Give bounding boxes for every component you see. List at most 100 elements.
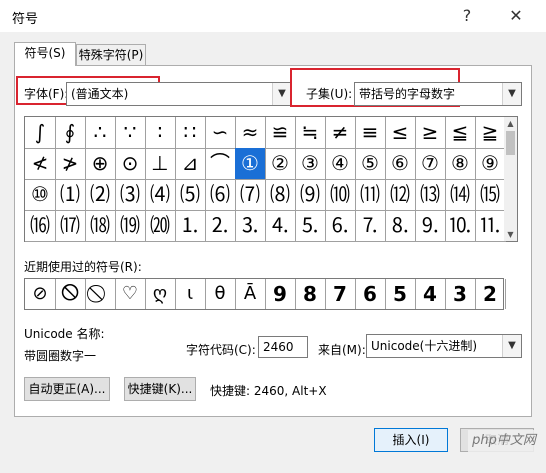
- symbol-cell[interactable]: ∶: [145, 117, 176, 149]
- symbol-grid-scrollbar[interactable]: ▲ ▼: [504, 117, 517, 241]
- font-select[interactable]: (普通文本) ▼: [66, 82, 292, 106]
- symbol-cell[interactable]: ≥: [415, 117, 446, 149]
- recent-symbol-cell[interactable]: ♡: [115, 279, 146, 309]
- symbol-cell[interactable]: ⒆: [115, 210, 146, 242]
- close-button[interactable]: ✕: [503, 4, 529, 28]
- recent-symbol-cell[interactable]: ι: [175, 279, 206, 309]
- chevron-down-icon[interactable]: ▼: [502, 335, 521, 357]
- symbol-cell[interactable]: ⊕: [85, 148, 116, 180]
- symbol-cell[interactable]: ⑻: [265, 179, 296, 211]
- symbol-cell[interactable]: ⊥: [145, 148, 176, 180]
- symbol-cell[interactable]: ⑥: [385, 148, 416, 180]
- symbol-cell[interactable]: ⒉: [205, 210, 236, 242]
- symbol-cell[interactable]: ⒍: [325, 210, 356, 242]
- symbol-cell[interactable]: ③: [295, 148, 326, 180]
- insert-button[interactable]: 插入(I): [374, 428, 448, 452]
- recent-symbol-cell[interactable]: 7: [325, 279, 356, 309]
- symbol-cell[interactable]: ⒑: [445, 210, 476, 242]
- symbol-cell[interactable]: ⑴: [55, 179, 86, 211]
- symbol-cell[interactable]: ≈: [235, 117, 266, 149]
- char-code-input[interactable]: 2460: [258, 336, 308, 358]
- shortcut-key-button[interactable]: 快捷键(K)...: [124, 377, 196, 401]
- chevron-down-icon[interactable]: ▼: [502, 83, 521, 105]
- recent-symbol-cell[interactable]: ⃠: [85, 279, 116, 309]
- symbol-cell[interactable]: ②: [265, 148, 296, 180]
- subset-select[interactable]: 带括号的字母数字 ▼: [354, 82, 522, 106]
- tab-symbols[interactable]: 符号(S): [14, 42, 76, 66]
- symbol-cell[interactable]: ⒊: [235, 210, 266, 242]
- recent-symbol-cell[interactable]: 4: [415, 279, 446, 309]
- symbol-cell[interactable]: ⑿: [385, 179, 416, 211]
- symbol-cell[interactable]: ⒇: [145, 210, 176, 242]
- symbol-cell[interactable]: ⑽: [325, 179, 356, 211]
- symbol-cell[interactable]: ≌: [265, 117, 296, 149]
- symbol-cell[interactable]: ⒀: [415, 179, 446, 211]
- recent-symbol-cell[interactable]: 3: [445, 279, 476, 309]
- symbol-cell[interactable]: ⊙: [115, 148, 146, 180]
- symbol-cell[interactable]: ⒈: [175, 210, 206, 242]
- symbol-cell[interactable]: ≧: [475, 117, 506, 149]
- from-select[interactable]: Unicode(十六进制) ▼: [366, 334, 522, 358]
- recent-symbol-cell[interactable]: ღ: [145, 279, 176, 309]
- recent-symbol-cell[interactable]: 9: [265, 279, 296, 309]
- symbol-cell[interactable]: ⌒: [205, 148, 236, 180]
- symbol-cell[interactable]: ⑵: [85, 179, 116, 211]
- recent-symbol-cell[interactable]: 8: [295, 279, 326, 309]
- symbol-cell[interactable]: ⒄: [55, 210, 86, 242]
- scroll-thumb[interactable]: [506, 131, 515, 155]
- symbol-cell[interactable]: ⒌: [295, 210, 326, 242]
- symbol-cell[interactable]: ⑶: [115, 179, 146, 211]
- symbol-cell[interactable]: ⒅: [85, 210, 116, 242]
- symbol-cell[interactable]: ⑨: [475, 148, 506, 180]
- symbol-cell[interactable]: ⒐: [415, 210, 446, 242]
- symbol-cell[interactable]: ⑼: [295, 179, 326, 211]
- recent-symbol-cell[interactable]: Ā: [235, 279, 266, 309]
- symbol-cell[interactable]: ⑾: [355, 179, 386, 211]
- recent-symbol-cell[interactable]: 5: [385, 279, 416, 309]
- symbol-cell[interactable]: ⒎: [355, 210, 386, 242]
- recent-symbol-cell[interactable]: 2: [475, 279, 506, 309]
- symbol-cell[interactable]: ≒: [295, 117, 326, 149]
- symbol-cell[interactable]: ⑤: [355, 148, 386, 180]
- watermark-logo: php中文网: [468, 430, 540, 452]
- symbol-cell[interactable]: ⒂: [475, 179, 506, 211]
- symbol-cell[interactable]: ⑦: [415, 148, 446, 180]
- symbol-cell[interactable]: ⑸: [175, 179, 206, 211]
- symbol-cell[interactable]: ∫: [25, 117, 56, 149]
- symbol-cell[interactable]: ≠: [325, 117, 356, 149]
- recent-symbol-cell[interactable]: ⊘: [25, 279, 56, 309]
- symbol-cell[interactable]: ⑺: [235, 179, 266, 211]
- scroll-up-icon[interactable]: ▲: [504, 117, 517, 130]
- chevron-down-icon[interactable]: ▼: [272, 83, 291, 105]
- scroll-down-icon[interactable]: ▼: [504, 228, 517, 241]
- symbol-cell[interactable]: ⊿: [175, 148, 206, 180]
- symbol-cell[interactable]: ⒏: [385, 210, 416, 242]
- autocorrect-button[interactable]: 自动更正(A)...: [24, 377, 110, 401]
- symbol-cell[interactable]: ≯: [55, 148, 86, 180]
- symbol-cell[interactable]: ≮: [25, 148, 56, 180]
- recent-symbol-cell[interactable]: 6: [355, 279, 386, 309]
- symbol-cell[interactable]: ≡: [355, 117, 386, 149]
- symbol-cell[interactable]: ⒋: [265, 210, 296, 242]
- symbol-cell[interactable]: ①: [235, 148, 266, 180]
- symbol-cell[interactable]: ⑧: [445, 148, 476, 180]
- unicode-name-value: 带圆圈数字一: [24, 349, 97, 363]
- symbol-cell[interactable]: ∽: [205, 117, 236, 149]
- symbol-cell[interactable]: ∮: [55, 117, 86, 149]
- symbol-cell[interactable]: ∵: [115, 117, 146, 149]
- tab-special-characters[interactable]: 特殊字符(P): [76, 44, 146, 66]
- help-button[interactable]: ?: [454, 4, 480, 28]
- symbol-cell[interactable]: ∴: [85, 117, 116, 149]
- symbol-cell[interactable]: ≦: [445, 117, 476, 149]
- symbol-cell[interactable]: ⑹: [205, 179, 236, 211]
- symbol-cell[interactable]: ⒃: [25, 210, 56, 242]
- recent-symbol-cell[interactable]: 🛇: [55, 279, 86, 309]
- symbol-cell[interactable]: ④: [325, 148, 356, 180]
- recent-symbol-cell[interactable]: θ: [205, 279, 236, 309]
- symbol-cell[interactable]: ⒒: [475, 210, 506, 242]
- symbol-cell[interactable]: ∷: [175, 117, 206, 149]
- symbol-cell[interactable]: ⑷: [145, 179, 176, 211]
- symbol-cell[interactable]: ⒁: [445, 179, 476, 211]
- symbol-cell[interactable]: ⑩: [25, 179, 56, 211]
- symbol-cell[interactable]: ≤: [385, 117, 416, 149]
